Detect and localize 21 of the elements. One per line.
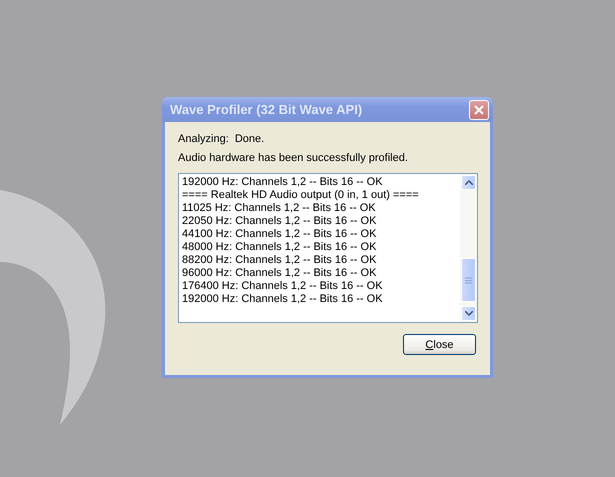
close-dialog-button[interactable]: Close <box>403 334 476 355</box>
log-line: 48000 Hz: Channels 1,2 -- Bits 16 -- OK <box>182 241 378 254</box>
scroll-up-button[interactable] <box>461 175 476 190</box>
log-line: 88200 Hz: Channels 1,2 -- Bits 16 -- OK <box>182 254 378 267</box>
log-line: 44100 Hz: Channels 1,2 -- Bits 16 -- OK <box>182 228 378 241</box>
log-line: 11025 Hz: Channels 1,2 -- Bits 16 -- OK <box>182 202 377 215</box>
log-line: 22050 Hz: Channels 1,2 -- Bits 16 -- OK <box>182 215 378 228</box>
log-line: 192000 Hz: Channels 1,2 -- Bits 16 -- OK <box>182 176 384 189</box>
scroll-thumb[interactable] <box>461 258 476 302</box>
close-icon <box>474 104 484 114</box>
status-text: Analyzing: Done. <box>178 132 266 147</box>
scrollbar[interactable] <box>460 174 477 322</box>
close-button[interactable] <box>469 100 489 120</box>
scroll-down-button[interactable] <box>461 306 476 321</box>
log-line: 96000 Hz: Channels 1,2 -- Bits 16 -- OK <box>182 267 378 280</box>
window-title: Wave Profiler (32 Bit Wave API) <box>170 102 362 117</box>
log-line: ==== Realtek HD Audio output (0 in, 1 out) ==== <box>182 189 420 202</box>
log-line: 192000 Hz: Channels 1,2 -- Bits 16 -- OK <box>182 293 384 306</box>
grip-icon <box>465 276 472 284</box>
log-line: 176400 Hz: Channels 1,2 -- Bits 16 -- OK <box>182 280 384 293</box>
status-text: Audio hardware has been successfully profiled. <box>178 151 409 166</box>
